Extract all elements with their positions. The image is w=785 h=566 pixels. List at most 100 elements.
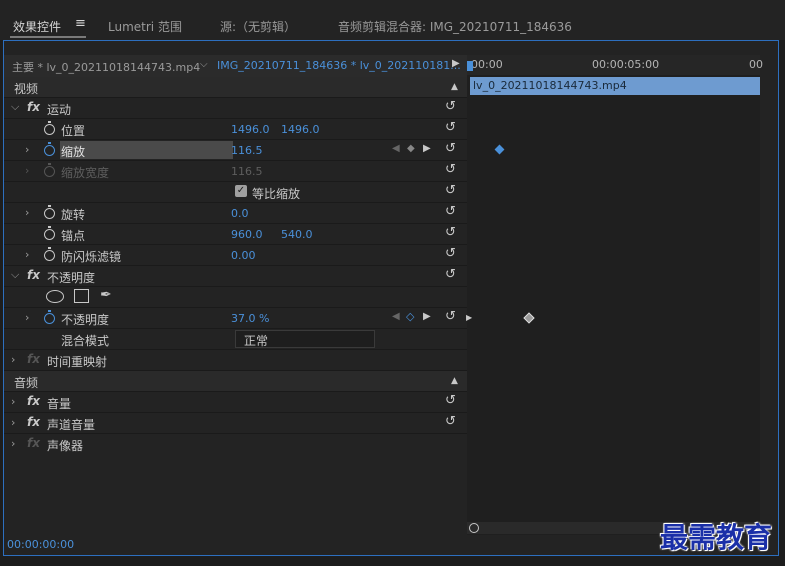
chevron-right-icon[interactable]: › xyxy=(25,164,29,177)
chevron-right-icon[interactable]: › xyxy=(25,206,29,219)
tab-lumetri-scopes[interactable]: Lumetri 范围 xyxy=(108,18,182,35)
panner-row[interactable]: › fx 声像器 xyxy=(4,434,467,455)
audio-section-label: 音频 xyxy=(14,376,39,390)
chevron-right-icon[interactable]: › xyxy=(11,395,15,408)
stopwatch-icon[interactable] xyxy=(44,142,55,156)
stopwatch-icon[interactable] xyxy=(44,247,55,261)
fx-icon[interactable]: fx xyxy=(27,415,40,429)
anchor-x-value[interactable]: 960.0 xyxy=(231,228,263,241)
prev-keyframe-icon[interactable]: ◀ xyxy=(392,143,400,154)
opacity-value[interactable]: 37.0 % xyxy=(231,312,269,325)
hamburger-icon[interactable]: ≡ xyxy=(75,16,86,31)
reset-icon[interactable]: ↺ xyxy=(445,225,456,240)
rotation-label: 旋转 xyxy=(61,208,86,222)
rotation-row: › 旋转 0.0 ↺ xyxy=(4,203,467,224)
effect-timeline[interactable] xyxy=(467,55,760,535)
motion-effect-row[interactable]: ⌵ fx 运动 ↺ xyxy=(4,98,467,119)
ruler-tick: 00:00 xyxy=(471,58,503,71)
chevron-right-icon[interactable]: › xyxy=(25,311,29,324)
ruler-tick: 00:00:05:00 xyxy=(592,58,660,71)
playhead-icon[interactable] xyxy=(467,61,473,71)
next-keyframe-icon[interactable]: ▶ xyxy=(423,311,431,322)
uniform-scale-label: 等比缩放 xyxy=(252,187,301,201)
reset-icon[interactable]: ↺ xyxy=(445,246,456,261)
play-triangle-icon[interactable]: ▶ xyxy=(452,58,460,69)
collapse-up-icon[interactable]: ▲ xyxy=(451,376,458,386)
master-clip-label[interactable]: 主要 * lv_0_20211018144743.mp4 xyxy=(12,59,200,75)
collapse-up-icon[interactable]: ▲ xyxy=(451,82,458,92)
chevron-right-icon[interactable]: › xyxy=(25,143,29,156)
anchor-row: 锚点 960.0 540.0 ↺ xyxy=(4,224,467,245)
time-ruler[interactable]: 00:00 00:00:05:00 00 xyxy=(467,55,763,75)
chevron-right-icon[interactable]: › xyxy=(11,416,15,429)
position-x-value[interactable]: 1496.0 xyxy=(231,123,270,136)
reset-icon[interactable]: ↺ xyxy=(445,183,456,198)
panel-tab-bar: 效果控件 ≡ Lumetri 范围 源:（无剪辑） 音频剪辑混合器: IMG_2… xyxy=(0,0,785,40)
source-bar: 主要 * lv_0_20211018144743.mp4 ⌵ IMG_20210… xyxy=(4,55,467,77)
pen-mask-icon[interactable]: ✒ xyxy=(100,287,112,303)
panner-label: 声像器 xyxy=(47,439,84,453)
volume-row[interactable]: › fx 音量 ↺ xyxy=(4,392,467,413)
tab-audio-clip-mixer[interactable]: 音频剪辑混合器: IMG_20210711_184636 xyxy=(338,18,572,35)
position-label: 位置 xyxy=(61,124,86,138)
reset-icon[interactable]: ↺ xyxy=(445,204,456,219)
watermark-logo: 最需教育 xyxy=(660,521,773,554)
rotation-value[interactable]: 0.0 xyxy=(231,207,249,220)
add-keyframe-icon[interactable]: ◇ xyxy=(406,310,414,323)
fx-icon[interactable]: fx xyxy=(27,100,40,114)
position-y-value[interactable]: 1496.0 xyxy=(281,123,320,136)
chevron-down-icon[interactable]: ⌵ xyxy=(200,59,208,70)
ruler-tick: 00 xyxy=(749,58,763,71)
chevron-down-icon[interactable]: ⌵ xyxy=(11,268,19,282)
volume-label: 音量 xyxy=(47,397,72,411)
chevron-down-icon: ⌵ xyxy=(244,332,251,342)
fx-icon: fx xyxy=(27,436,40,450)
current-timecode[interactable]: 00:00:00:00 xyxy=(7,538,74,551)
stopwatch-icon[interactable] xyxy=(44,205,55,219)
anti-flicker-value[interactable]: 0.00 xyxy=(231,249,256,262)
time-remap-label: 时间重映射 xyxy=(47,355,108,369)
scale-width-value: 116.5 xyxy=(231,165,263,178)
mask-tools-row: ✒ xyxy=(4,287,467,308)
ellipse-mask-icon[interactable] xyxy=(46,290,64,303)
stopwatch-icon xyxy=(44,163,55,177)
next-keyframe-icon[interactable]: ▶ xyxy=(423,143,431,154)
opacity-effect-row[interactable]: ⌵ fx 不透明度 ↺ xyxy=(4,266,467,287)
tab-effect-controls[interactable]: 效果控件 xyxy=(13,18,61,35)
opacity-label: 不透明度 xyxy=(61,313,110,327)
fx-icon[interactable]: fx xyxy=(27,394,40,408)
stopwatch-icon[interactable] xyxy=(44,310,55,324)
stopwatch-icon[interactable] xyxy=(44,121,55,135)
time-remap-row[interactable]: › fx 时间重映射 xyxy=(4,350,467,371)
video-section-label: 视频 xyxy=(14,82,39,96)
stopwatch-icon[interactable] xyxy=(44,226,55,240)
reset-icon[interactable]: ↺ xyxy=(445,309,456,324)
reset-icon[interactable]: ↺ xyxy=(445,414,456,429)
reset-icon[interactable]: ↺ xyxy=(445,141,456,156)
reset-icon[interactable]: ↺ xyxy=(445,99,456,114)
reset-icon[interactable]: ↺ xyxy=(445,267,456,282)
keyframe-marker-icon: ▶ xyxy=(466,313,473,322)
chevron-down-icon[interactable]: ⌵ xyxy=(11,100,19,114)
add-keyframe-icon[interactable]: ◆ xyxy=(407,143,415,154)
timeline-clip[interactable]: lv_0_20211018144743.mp4 xyxy=(470,77,760,95)
chevron-right-icon[interactable]: › xyxy=(25,248,29,261)
sequence-clip-label[interactable]: IMG_20210711_184636 * lv_0_202110181... xyxy=(217,59,461,72)
scale-value[interactable]: 116.5 xyxy=(231,144,263,157)
scale-label: 缩放 xyxy=(61,145,86,159)
chevron-right-icon[interactable]: › xyxy=(11,353,15,366)
fx-icon[interactable]: fx xyxy=(27,268,40,282)
reset-icon[interactable]: ↺ xyxy=(445,393,456,408)
reset-icon[interactable]: ↺ xyxy=(445,162,456,177)
channel-volume-row[interactable]: › fx 声道音量 ↺ xyxy=(4,413,467,434)
rectangle-mask-icon[interactable] xyxy=(74,289,89,303)
blend-mode-dropdown[interactable]: 正常 ⌵ xyxy=(235,330,375,348)
anchor-y-value[interactable]: 540.0 xyxy=(281,228,313,241)
uniform-scale-checkbox[interactable]: ✓ xyxy=(235,185,247,197)
channel-volume-label: 声道音量 xyxy=(47,418,96,432)
chevron-right-icon[interactable]: › xyxy=(11,437,15,450)
reset-icon[interactable]: ↺ xyxy=(445,120,456,135)
prev-keyframe-icon[interactable]: ◀ xyxy=(392,311,400,322)
tab-source[interactable]: 源:（无剪辑） xyxy=(220,18,296,35)
scroll-handle-icon[interactable] xyxy=(469,523,479,533)
